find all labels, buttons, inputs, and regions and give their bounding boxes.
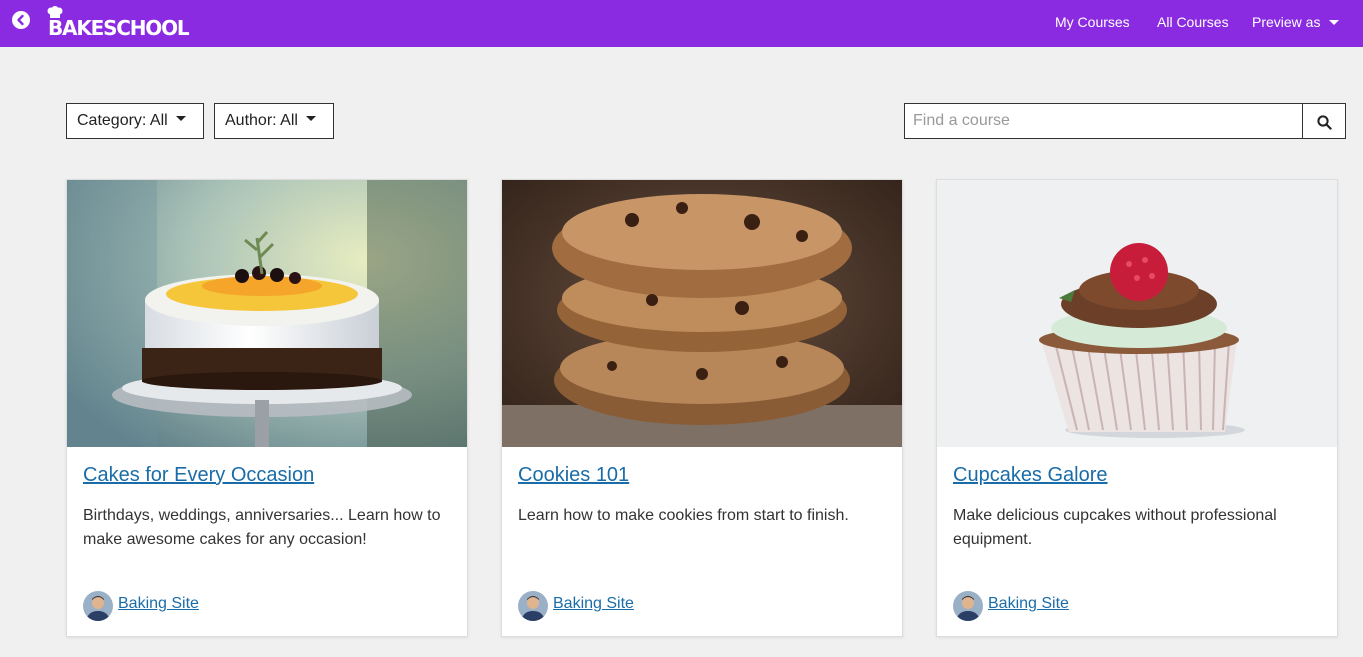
course-description: Birthdays, weddings, anniversaries... Le… [83, 507, 441, 548]
back-arrow-icon[interactable] [12, 11, 30, 29]
preview-as-dropdown[interactable]: Preview as [1252, 14, 1340, 30]
cake-photo[interactable] [67, 180, 467, 447]
author-filter-dropdown[interactable]: Author: All [214, 103, 334, 139]
category-filter-dropdown[interactable]: Category: All [66, 103, 204, 139]
logo-text: BAKESCHOOL [48, 16, 190, 40]
chevron-down-icon [305, 116, 316, 122]
chevron-down-icon [1329, 19, 1340, 25]
author-link[interactable]: Baking Site [118, 595, 199, 613]
course-card: Cookies 101 Learn how to make cookies fr… [501, 179, 903, 637]
course-title-link[interactable]: Cupcakes Galore [953, 464, 1108, 487]
search-button[interactable] [1302, 103, 1346, 139]
search-input[interactable] [904, 103, 1303, 139]
course-description: Learn how to make cookies from start to … [518, 507, 849, 524]
course-title-link[interactable]: Cookies 101 [518, 464, 629, 487]
preview-as-label: Preview as [1252, 14, 1321, 30]
cupcake-photo[interactable] [937, 180, 1337, 447]
author-link[interactable]: Baking Site [553, 595, 634, 613]
course-card: Cakes for Every Occasion Birthdays, wedd… [66, 179, 468, 637]
author-filter-label: Author: All [225, 112, 298, 129]
author-link[interactable]: Baking Site [988, 595, 1069, 613]
top-navbar: BAKESCHOOL My Courses All Courses Previe… [0, 0, 1363, 47]
avatar [953, 591, 983, 621]
nav-all-courses[interactable]: All Courses [1157, 14, 1229, 30]
cookies-photo[interactable] [502, 180, 902, 447]
chevron-down-icon [175, 116, 186, 122]
course-title-link[interactable]: Cakes for Every Occasion [83, 464, 314, 487]
search-icon [1317, 115, 1332, 130]
avatar [518, 591, 548, 621]
category-filter-label: Category: All [77, 112, 168, 129]
course-card: Cupcakes Galore Make delicious cupcakes … [936, 179, 1338, 637]
course-description: Make delicious cupcakes without professi… [953, 507, 1277, 548]
avatar [83, 591, 113, 621]
nav-my-courses[interactable]: My Courses [1055, 14, 1130, 30]
